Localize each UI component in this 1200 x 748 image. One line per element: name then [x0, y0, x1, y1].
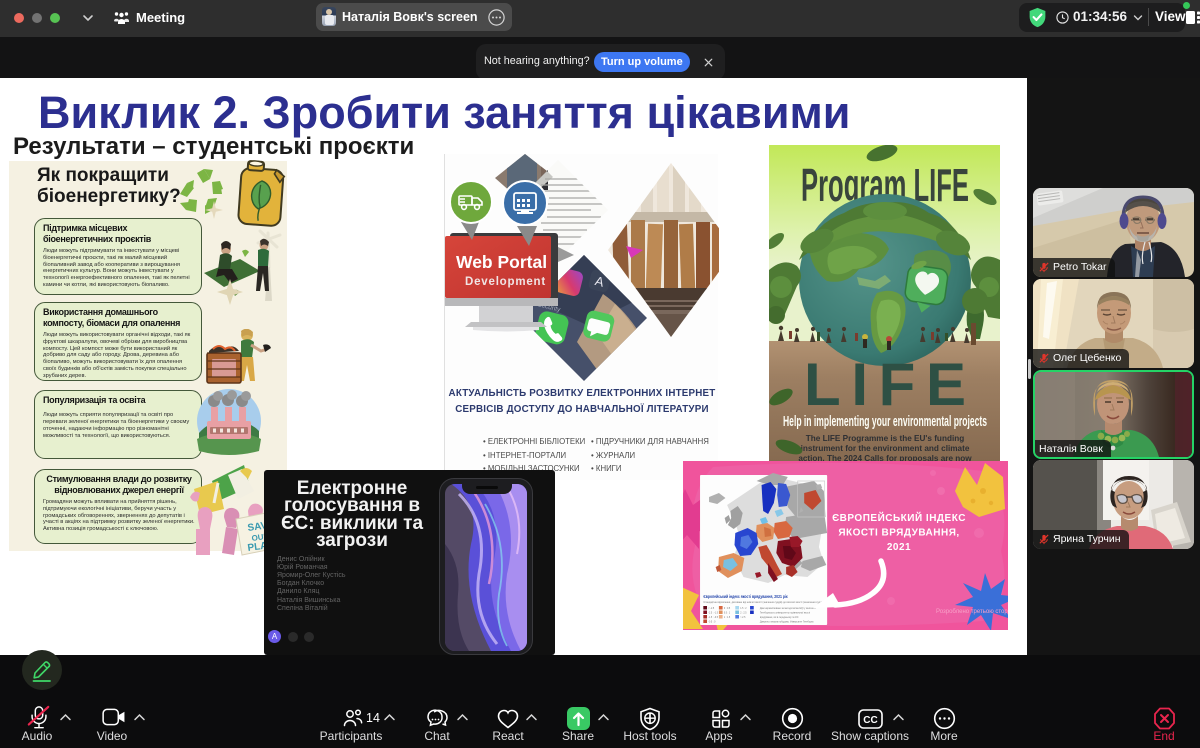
svg-text:Стандартне відхилення, датован: Стандартне відхилення, датоване від нижч… — [703, 600, 824, 604]
svg-text:> 2.5: > 2.5 — [740, 615, 746, 619]
svg-text:Джерело: власна побудова, Унів: Джерело: власна побудова, Університет Ге… — [760, 619, 814, 623]
svg-text:< -2.5: < -2.5 — [708, 606, 714, 610]
svg-text:1 : 1.5: 1 : 1.5 — [724, 615, 731, 619]
svg-text:instrument for the environment: instrument for the environment and clima… — [801, 444, 970, 453]
svg-text:-2.5 : -1.5: -2.5 : -1.5 — [708, 610, 718, 614]
svg-text:1.5 : 2: 1.5 : 2 — [740, 606, 747, 610]
svg-text:LIFE: LIFE — [804, 351, 966, 418]
svg-text:Web Portal: Web Portal — [456, 252, 547, 272]
svg-text:Дані нормалізовано за методоло: Дані нормалізовано за методологією EQI у… — [760, 606, 816, 610]
svg-text:врядування, які в середньому п: врядування, які в середньому по ЄС — [760, 615, 799, 619]
svg-text:Європейський індекс якості вря: Європейський індекс якості врядування, 2… — [703, 595, 787, 599]
svg-text:The LIFE Programme is the EU's: The LIFE Programme is the EU's funding — [806, 434, 964, 443]
svg-text:Help in implementing your envi: Help in implementing your environmental … — [783, 414, 987, 430]
svg-text:CC: CC — [863, 715, 877, 726]
svg-text:2 : 2.5: 2 : 2.5 — [740, 610, 747, 614]
svg-text:2021: 2021 — [887, 542, 911, 553]
svg-text:ЯКОСТІ ВРЯДУВАННЯ,: ЯКОСТІ ВРЯДУВАННЯ, — [838, 528, 959, 539]
svg-text:Гетеборзького університету пор: Гетеборзького університету порівняльної … — [760, 610, 811, 614]
svg-text:0 : 0.5: 0 : 0.5 — [724, 606, 731, 610]
svg-text:Розроблено третьою стороною: Розроблено третьою стороною — [936, 609, 1008, 615]
svg-text:ЄВРОПЕЙСЬКИЙ ІНДЕКС: ЄВРОПЕЙСЬКИЙ ІНДЕКС — [832, 511, 966, 524]
svg-text:0.5 : 1: 0.5 : 1 — [724, 610, 731, 614]
svg-text:-0.5 : 0: -0.5 : 0 — [708, 619, 716, 623]
svg-text:Development: Development — [465, 276, 546, 288]
svg-text:-1.5 : -0.5: -1.5 : -0.5 — [708, 615, 718, 619]
